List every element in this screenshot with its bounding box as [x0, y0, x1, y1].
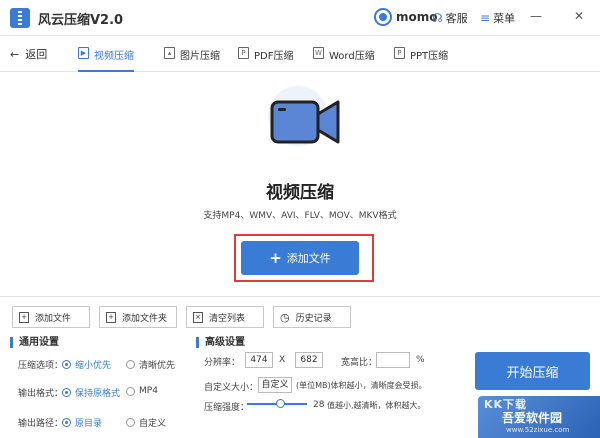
app-title: 风云压缩V2.0 [38, 13, 124, 28]
compress-option-label: 压缩选项： [18, 361, 64, 371]
divider [0, 296, 600, 297]
strength-hint: 值越小,越清晰，体积越大。 [327, 401, 426, 410]
menu-button[interactable]: ≡ 菜单 [480, 10, 515, 26]
radio-label: 清晰优先 [139, 361, 176, 371]
support-button[interactable]: ☊ 客服 [432, 10, 468, 26]
word-icon: W [313, 47, 324, 59]
menu-label: 菜单 [493, 12, 516, 25]
clock-icon: ◷ [280, 310, 290, 324]
tool-label: 历史记录 [295, 313, 332, 324]
headset-icon: ☊ [432, 11, 443, 25]
tab-label: 视频压缩 [94, 51, 134, 62]
aspect-ratio-label: 宽高比： [341, 358, 378, 368]
radio-keep-format[interactable]: 保持原格式 [62, 386, 120, 399]
tab-label: PPT压缩 [410, 51, 449, 62]
times-sign: X [279, 355, 286, 365]
radio-dot [126, 386, 135, 396]
tab-image[interactable]: ▴ 图片压缩 [164, 44, 220, 72]
radio-label: 原目录 [75, 419, 103, 429]
arrow-left-icon: ← [10, 47, 20, 61]
start-compress-button[interactable]: 开始压缩 [475, 352, 590, 390]
toolbar-add-file-button[interactable]: + 添加文件 [12, 306, 90, 328]
close-button[interactable]: ✕ [574, 9, 584, 23]
trash-icon: × [193, 311, 203, 323]
watermark-line2: 吾爱软件园 [502, 411, 563, 425]
strength-label: 压缩强度： [204, 403, 250, 413]
strength-value: 28 [313, 400, 325, 410]
tool-label: 清空列表 [209, 313, 246, 324]
toolbar-history-button[interactable]: ◷ 历史记录 [273, 306, 351, 328]
tool-label: 添加文件夹 [122, 313, 168, 324]
add-file-label: 添加文件 [286, 252, 331, 265]
user-account[interactable]: momo [374, 8, 438, 26]
video-camera-icon [268, 86, 340, 146]
custom-size-label: 自定义大小： [204, 383, 259, 393]
general-settings-title: 通用设置 [10, 337, 59, 348]
page-title: 视频压缩 [266, 183, 334, 203]
tab-ppt[interactable]: P PPT压缩 [394, 44, 448, 72]
back-button[interactable]: ← 返回 [10, 46, 47, 62]
tab-word[interactable]: W Word压缩 [313, 44, 375, 72]
tab-label: 图片压缩 [180, 51, 220, 62]
nav-bar: ← 返回 ▶ 视频压缩 ▴ 图片压缩 P PDF压缩 W Word压缩 P PP… [0, 36, 600, 72]
toolbar-clear-list-button[interactable]: × 清空列表 [186, 306, 264, 328]
radio-custom-dir[interactable]: 自定义 [126, 416, 166, 429]
radio-label: 保持原格式 [75, 389, 121, 399]
radio-original-dir[interactable]: 原目录 [62, 416, 102, 429]
support-label: 客服 [445, 12, 468, 25]
user-avatar-icon [374, 8, 392, 26]
toolbar-add-folder-button[interactable]: + 添加文件夹 [99, 306, 177, 328]
video-icon: ▶ [78, 47, 89, 59]
strength-slider-handle[interactable] [276, 399, 285, 408]
radio-label: 缩小优先 [75, 361, 112, 371]
aspect-ratio-input[interactable] [376, 352, 410, 368]
radio-dot [62, 418, 71, 427]
menu-icon: ≡ [480, 11, 491, 25]
radio-clarity-priority[interactable]: 清晰优先 [126, 358, 175, 371]
watermark-logo: KK下载 吾爱软件园 www.52zixue.com [478, 396, 600, 438]
width-input[interactable]: 474 [245, 352, 273, 368]
radio-label: MP4 [139, 386, 158, 396]
add-file-button[interactable]: + 添加文件 [241, 241, 359, 275]
radio-label: 自定义 [139, 419, 167, 429]
plus-icon: + [269, 249, 282, 267]
image-icon: ▴ [164, 47, 175, 59]
supported-formats: 支持MP4、WMV、AVI、FLV、MOV、MKV格式 [203, 211, 397, 221]
folder-add-icon: + [106, 311, 116, 323]
height-input[interactable]: 682 [295, 352, 323, 368]
tool-label: 添加文件 [35, 313, 72, 324]
radio-dot [62, 388, 71, 397]
resolution-label: 分辨率： [204, 358, 241, 368]
pdf-icon: P [238, 47, 249, 59]
title-bar: 风云压缩V2.0 momo ☊ 客服 ≡ 菜单 — ✕ [0, 0, 600, 36]
app-logo-icon [10, 8, 30, 28]
output-format-label: 输出格式： [18, 389, 64, 399]
advanced-settings-title: 高级设置 [196, 337, 245, 348]
file-add-icon: + [19, 311, 29, 323]
watermark-line3: www.52zixue.com [506, 426, 570, 434]
radio-shrink-priority[interactable]: 缩小优先 [62, 358, 111, 371]
radio-mp4[interactable]: MP4 [126, 386, 158, 396]
custom-size-hint: (单位MB)体积越小，清晰度会受损。 [296, 381, 427, 390]
minimize-button[interactable]: — [530, 9, 542, 23]
ppt-icon: P [394, 47, 405, 59]
output-path-label: 输出路径： [18, 419, 64, 429]
back-label: 返回 [25, 48, 48, 61]
tab-label: PDF压缩 [254, 51, 294, 62]
tab-pdf[interactable]: P PDF压缩 [238, 44, 293, 72]
percent-sign: % [416, 355, 425, 365]
tab-label: Word压缩 [329, 51, 375, 62]
custom-size-button[interactable]: 自定义 [258, 377, 292, 393]
tab-video[interactable]: ▶ 视频压缩 [78, 44, 134, 72]
radio-dot [62, 360, 71, 369]
radio-dot [126, 360, 135, 369]
radio-dot [126, 418, 135, 427]
